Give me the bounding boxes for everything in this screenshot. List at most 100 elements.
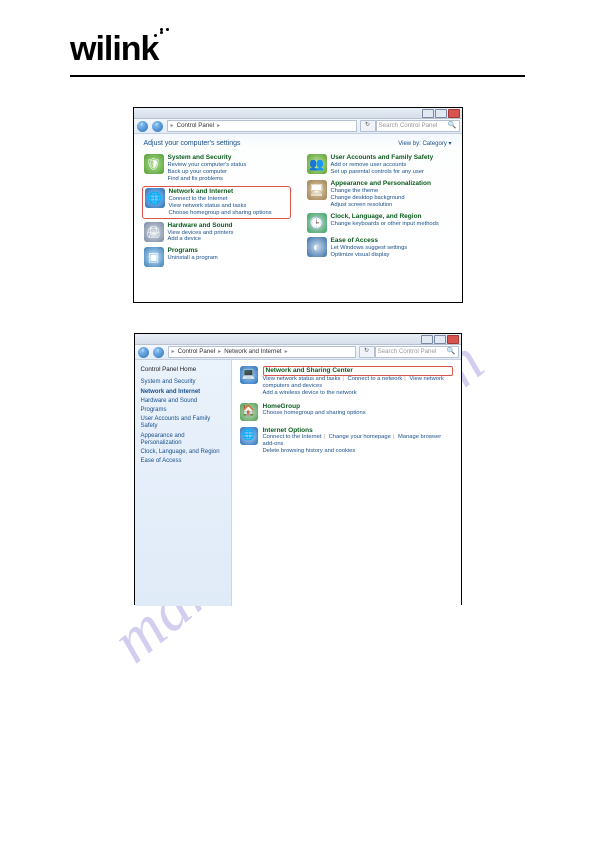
category-link[interactable]: Add or remove user accounts (331, 162, 434, 169)
category-link[interactable]: Set up parental controls for any user (331, 169, 434, 176)
category-appearance[interactable]: 🖥 Appearance and Personalization Change … (307, 180, 452, 209)
category-title[interactable]: Appearance and Personalization (331, 180, 431, 188)
view-by-dropdown[interactable]: View by: Category ▾ (398, 141, 451, 148)
minimize-button[interactable] (421, 335, 433, 344)
category-ease-of-access[interactable]: ◐ Ease of Access Let Windows suggest set… (307, 237, 452, 259)
entry-internet-options: 🌐 Internet Options Connect to the Intern… (240, 427, 453, 456)
category-link[interactable]: Change keyboards or other input methods (331, 221, 439, 228)
sidebar-item-clock-language[interactable]: Clock, Language, and Region (141, 449, 225, 456)
entry-link[interactable]: View network status and tasks (263, 376, 341, 382)
category-network-internet[interactable]: 🌐 Network and Internet Connect to the In… (142, 186, 291, 219)
category-link[interactable]: Add a device (168, 236, 234, 243)
document-page: wilink ‹ › ▸ Control Panel ▸ ↻ Search Co… (0, 0, 595, 675)
close-button[interactable] (448, 109, 460, 118)
search-icon: 🔍 (448, 122, 457, 130)
breadcrumb-bar[interactable]: ▸ Control Panel ▸ Network and Internet ▸ (168, 346, 356, 358)
category-link[interactable]: Connect to the Internet (169, 196, 272, 203)
breadcrumb-item[interactable]: Network and Internet (224, 348, 281, 355)
category-link[interactable]: View network status and tasks (169, 203, 272, 210)
page-heading: Adjust your computer's settings (144, 140, 241, 148)
entry-title[interactable]: Network and Sharing Center (266, 367, 353, 374)
sidebar-heading[interactable]: Control Panel Home (141, 366, 225, 373)
nav-forward-button[interactable]: › (152, 121, 163, 132)
category-title[interactable]: System and Security (168, 154, 247, 162)
explorer-navbar: ‹ › ▸ Control Panel ▸ Network and Intern… (135, 345, 461, 360)
category-system-security[interactable]: 🛡 System and Security Review your comput… (144, 154, 289, 183)
sidebar-item-appearance[interactable]: Appearance and Personalization (141, 433, 225, 447)
chevron-right-icon: ▸ (171, 122, 174, 129)
minimize-button[interactable] (422, 109, 434, 118)
maximize-button[interactable] (435, 109, 447, 118)
chevron-right-icon: ▸ (285, 348, 288, 355)
appearance-icon: 🖥 (307, 180, 327, 200)
ease-icon: ◐ (307, 237, 327, 257)
category-link[interactable]: Let Windows suggest settings (331, 245, 408, 252)
network-icon: 💻 (240, 366, 258, 384)
category-column-right: 👥 User Accounts and Family Safety Add or… (307, 154, 452, 267)
breadcrumb-item[interactable]: Control Panel (178, 348, 216, 355)
close-button[interactable] (447, 335, 459, 344)
control-panel-sidebar: Control Panel Home System and Security N… (135, 360, 232, 606)
breadcrumb-bar[interactable]: ▸ Control Panel ▸ (167, 120, 357, 132)
category-link[interactable]: Review your computer's status (168, 162, 247, 169)
category-column-left: 🛡 System and Security Review your comput… (144, 154, 289, 267)
category-link[interactable]: Back up your computer (168, 169, 247, 176)
entry-link[interactable]: Add a wireless device to the network (263, 390, 357, 396)
sidebar-item-hardware-sound[interactable]: Hardware and Sound (141, 398, 225, 405)
homegroup-icon: 🏠 (240, 403, 258, 421)
breadcrumb-item[interactable]: Control Panel (177, 122, 215, 129)
programs-icon: ▣ (144, 247, 164, 267)
entry-title[interactable]: HomeGroup (263, 403, 366, 411)
search-input[interactable]: Search Control Panel 🔍 (375, 346, 459, 358)
nav-back-button[interactable]: ‹ (137, 121, 148, 132)
entry-link[interactable]: Connect to a network (348, 376, 403, 382)
category-hardware-sound[interactable]: 🖨 Hardware and Sound View devices and pr… (144, 222, 289, 244)
category-link[interactable]: Adjust screen resolution (331, 202, 431, 209)
entry-link[interactable]: Connect to the Internet (263, 434, 322, 440)
nav-forward-button[interactable]: › (153, 347, 164, 358)
screenshot-network-internet: ‹ › ▸ Control Panel ▸ Network and Intern… (134, 333, 462, 605)
entry-link[interactable]: Change your homepage (329, 434, 391, 440)
category-title[interactable]: Programs (168, 247, 218, 255)
category-link[interactable]: Change desktop background (331, 195, 431, 202)
chevron-right-icon: ▸ (217, 122, 220, 129)
entry-link[interactable]: Delete browsing history and cookies (263, 448, 356, 454)
sidebar-item-network-internet[interactable]: Network and Internet (141, 389, 225, 396)
category-title[interactable]: Ease of Access (331, 237, 408, 245)
category-link[interactable]: Find and fix problems (168, 176, 247, 183)
window-titlebar (135, 334, 461, 345)
clock-icon: 🕒 (307, 213, 327, 233)
category-user-accounts[interactable]: 👥 User Accounts and Family Safety Add or… (307, 154, 452, 176)
category-link[interactable]: Optimize visual display (331, 252, 408, 259)
globe-icon: 🌐 (145, 188, 165, 208)
maximize-button[interactable] (434, 335, 446, 344)
category-title[interactable]: Hardware and Sound (168, 222, 234, 230)
category-link[interactable]: Choose homegroup and sharing options (169, 210, 272, 217)
category-link[interactable]: View devices and printers (168, 230, 234, 237)
category-clock-language[interactable]: 🕒 Clock, Language, and Region Change key… (307, 213, 452, 233)
search-input[interactable]: Search Control Panel 🔍 (376, 120, 460, 132)
category-link[interactable]: Uninstall a program (168, 255, 218, 262)
entry-network-sharing-center: 💻 Network and Sharing Center View networ… (240, 366, 453, 397)
sidebar-item-programs[interactable]: Programs (141, 407, 225, 414)
logo-text: wilink (70, 30, 158, 68)
search-icon: 🔍 (447, 348, 456, 356)
entry-link[interactable]: Choose homegroup and sharing options (263, 410, 366, 416)
sidebar-item-user-accounts[interactable]: User Accounts and Family Safety (141, 416, 225, 430)
entry-title[interactable]: Internet Options (263, 427, 453, 435)
category-title[interactable]: Clock, Language, and Region (331, 213, 439, 221)
refresh-button[interactable]: ↻ (359, 346, 375, 358)
explorer-navbar: ‹ › ▸ Control Panel ▸ ↻ Search Control P… (134, 119, 462, 134)
nav-back-button[interactable]: ‹ (138, 347, 149, 358)
refresh-button[interactable]: ↻ (360, 120, 376, 132)
category-link[interactable]: Change the theme (331, 188, 431, 195)
sidebar-item-ease-of-access[interactable]: Ease of Access (141, 458, 225, 465)
window-titlebar (134, 108, 462, 119)
sidebar-item-system-security[interactable]: System and Security (141, 379, 225, 386)
control-panel-body: Adjust your computer's settings View by:… (134, 134, 462, 273)
category-programs[interactable]: ▣ Programs Uninstall a program (144, 247, 289, 267)
chevron-right-icon: ▸ (172, 348, 175, 355)
category-title[interactable]: User Accounts and Family Safety (331, 154, 434, 162)
category-title[interactable]: Network and Internet (169, 188, 272, 196)
entry-homegroup: 🏠 HomeGroup Choose homegroup and sharing… (240, 403, 453, 421)
